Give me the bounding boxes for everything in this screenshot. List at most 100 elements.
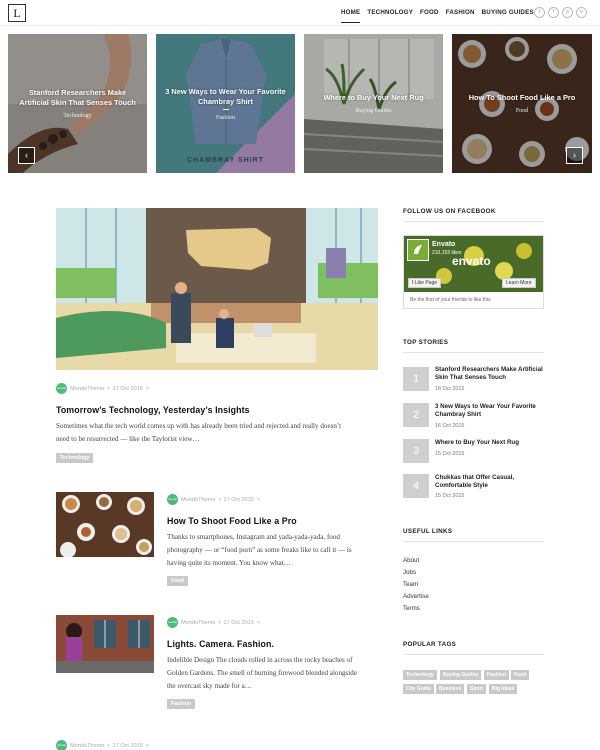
post-meta: mondo MondoTheme • 17 Oct 2015 <	[56, 383, 149, 394]
slide-overlay-text: CHAMBRAY SHIRT	[186, 157, 264, 164]
post-author[interactable]: MondoTheme	[181, 620, 216, 626]
nav-item-home[interactable]: HOME	[341, 9, 361, 23]
post-excerpt: Sometimes what the tech world comes up w…	[56, 420, 386, 446]
author-avatar[interactable]: mondo	[56, 740, 67, 750]
post-meta: mondo MondoTheme • 17 Oct 2015 <	[56, 740, 149, 750]
link-advertise[interactable]: Advertise	[403, 593, 429, 600]
story-title[interactable]: 3 New Ways to Wear Your Favorite Chambra…	[435, 403, 550, 419]
nav-item-technology[interactable]: TECHNOLOGY	[367, 9, 413, 23]
slide-category[interactable]: Food	[516, 108, 528, 114]
like-page-label: Like Page	[414, 280, 438, 286]
slide-rug[interactable]: Where to Buy Your Next Rug Buying Guides	[304, 34, 443, 173]
facebook-widget-heading: FOLLOW US ON FACEBOOK	[403, 208, 496, 215]
share-icon[interactable]: <	[257, 620, 260, 626]
heading-divider	[403, 654, 544, 655]
meta-separator: •	[107, 742, 110, 749]
post-tag[interactable]: Technology	[56, 453, 94, 463]
link-about[interactable]: About	[403, 557, 419, 564]
excerpt-line: the overcast sky made for a…	[167, 682, 252, 690]
excerpt-line: need to be resurrected — like the Taylor…	[56, 435, 200, 443]
slide-title[interactable]: Where to Buy Your Next Rug	[323, 93, 423, 103]
share-icon[interactable]: <	[257, 497, 260, 503]
story-title[interactable]: Chukkas that Offer Casual, Comfortable S…	[435, 474, 550, 490]
like-page-button[interactable]: f Like Page	[408, 278, 442, 288]
post-image-technology[interactable]	[56, 208, 378, 370]
featured-slider: Stanford Researchers Make Artificial Ski…	[8, 34, 592, 173]
post-thumbnail-food[interactable]	[56, 492, 154, 557]
facebook-icon[interactable]: f	[548, 7, 559, 18]
site-header: L HOME TECHNOLOGY FOOD FASHION BUYING GU…	[0, 0, 600, 26]
vk-icon[interactable]: v	[576, 7, 587, 18]
post-title[interactable]: How To Shoot Food Like a Pro	[167, 516, 297, 526]
tag-buying-guides[interactable]: Buying Guides	[440, 670, 482, 680]
facebook-page-widget[interactable]: Envato 210,153 likes envato f Like Page …	[403, 235, 544, 309]
slide-caption: Where to Buy Your Next Rug Buying Guides	[312, 34, 435, 173]
slide-category[interactable]: Fashion	[216, 115, 235, 121]
tag-food[interactable]: Food	[511, 670, 530, 680]
post-author[interactable]: MondoTheme	[70, 743, 105, 749]
learn-more-button[interactable]: Learn More	[502, 278, 536, 288]
post-meta: mondo MondoTheme • 17 Oct 2015 <	[167, 494, 260, 505]
site-logo[interactable]: L	[8, 4, 26, 22]
author-avatar[interactable]: mondo	[167, 494, 178, 505]
story-rank: 1	[403, 367, 429, 391]
author-avatar[interactable]: mondo	[167, 617, 178, 628]
story-date: 15 Oct 2015	[435, 493, 465, 499]
nav-item-fashion[interactable]: FASHION	[446, 9, 475, 23]
share-icon[interactable]: <	[146, 386, 149, 392]
learn-more-label: Learn More	[506, 280, 532, 286]
author-avatar[interactable]: mondo	[56, 383, 67, 394]
post-date: 17 Oct 2015	[223, 496, 254, 503]
slider-prev-button[interactable]: ‹	[18, 147, 35, 164]
pinterest-icon[interactable]: p	[562, 7, 573, 18]
excerpt-line: Indelible Design The clouds rolled in ac…	[167, 656, 353, 664]
link-terms[interactable]: Terms	[403, 605, 420, 612]
thumbnail-image	[56, 615, 154, 673]
tag-technology[interactable]: Technology	[403, 670, 437, 680]
story-title[interactable]: Where to Buy Your Next Rug	[435, 439, 550, 447]
main-nav: HOME TECHNOLOGY FOOD FASHION BUYING GUID…	[341, 9, 534, 23]
tag-business[interactable]: Business	[436, 684, 465, 694]
top-stories-heading: TOP STORIES	[403, 339, 449, 346]
meta-separator: •	[218, 619, 221, 626]
facebook-page-name[interactable]: Envato	[432, 241, 455, 248]
post-date: 17 Oct 2015	[112, 742, 143, 749]
link-team[interactable]: Team	[403, 581, 418, 588]
slide-title[interactable]: 3 New Ways to Wear Your Favorite Chambra…	[164, 87, 287, 107]
envato-wordmark: envato	[452, 254, 491, 268]
post-tag[interactable]: Fashion	[167, 699, 196, 709]
tag-sport[interactable]: Sport	[467, 684, 487, 694]
tag-city-guide[interactable]: City Guide	[403, 684, 435, 694]
excerpt-line: photography — or “food porn” as some fre…	[167, 546, 352, 554]
story-rank: 4	[403, 474, 429, 498]
slide-title[interactable]: How To Shoot Food Like a Pro	[469, 93, 576, 103]
slide-title[interactable]: Stanford Researchers Make Artificial Ski…	[16, 88, 139, 108]
post-author[interactable]: MondoTheme	[181, 497, 216, 503]
post-excerpt: Indelible Design The clouds rolled in ac…	[167, 654, 382, 693]
slide-category[interactable]: Technology	[63, 113, 91, 119]
slide-category[interactable]: Buying Guides	[355, 108, 391, 114]
story-date: 16 Oct 2015	[435, 386, 465, 392]
twitter-icon[interactable]: t	[534, 7, 545, 18]
post-title[interactable]: Tomorrow’s Technology, Yesterday’s Insig…	[56, 405, 250, 415]
post-meta: mondo MondoTheme • 17 Oct 2015 <	[167, 617, 260, 628]
tag-fashion[interactable]: Fashion	[484, 670, 510, 680]
story-title[interactable]: Stanford Researchers Make Artificial Ski…	[435, 366, 550, 382]
slider-next-button[interactable]: ›	[566, 147, 583, 164]
post-date: 17 Oct 2015	[112, 385, 143, 392]
meta-separator: •	[218, 496, 221, 503]
slide-chambray-shirt[interactable]: 3 New Ways to Wear Your Favorite Chambra…	[156, 34, 295, 173]
share-icon[interactable]: <	[146, 743, 149, 749]
post-tag[interactable]: Food	[167, 576, 188, 586]
post-title[interactable]: Lights. Camera. Fashion.	[167, 639, 274, 649]
post-author[interactable]: MondoTheme	[70, 386, 105, 392]
social-links: t f p v	[534, 7, 587, 18]
link-jobs[interactable]: Jobs	[403, 569, 416, 576]
post-thumbnail-fashion[interactable]	[56, 615, 154, 673]
slide-caption: 3 New Ways to Wear Your Favorite Chambra…	[164, 34, 287, 173]
story-rank: 2	[403, 403, 429, 427]
tag-big-ideas[interactable]: Big Ideas	[489, 684, 518, 694]
nav-item-buying-guides[interactable]: BUYING GUIDES	[482, 9, 534, 23]
nav-item-food[interactable]: FOOD	[420, 9, 439, 23]
post-illustration	[56, 208, 378, 370]
